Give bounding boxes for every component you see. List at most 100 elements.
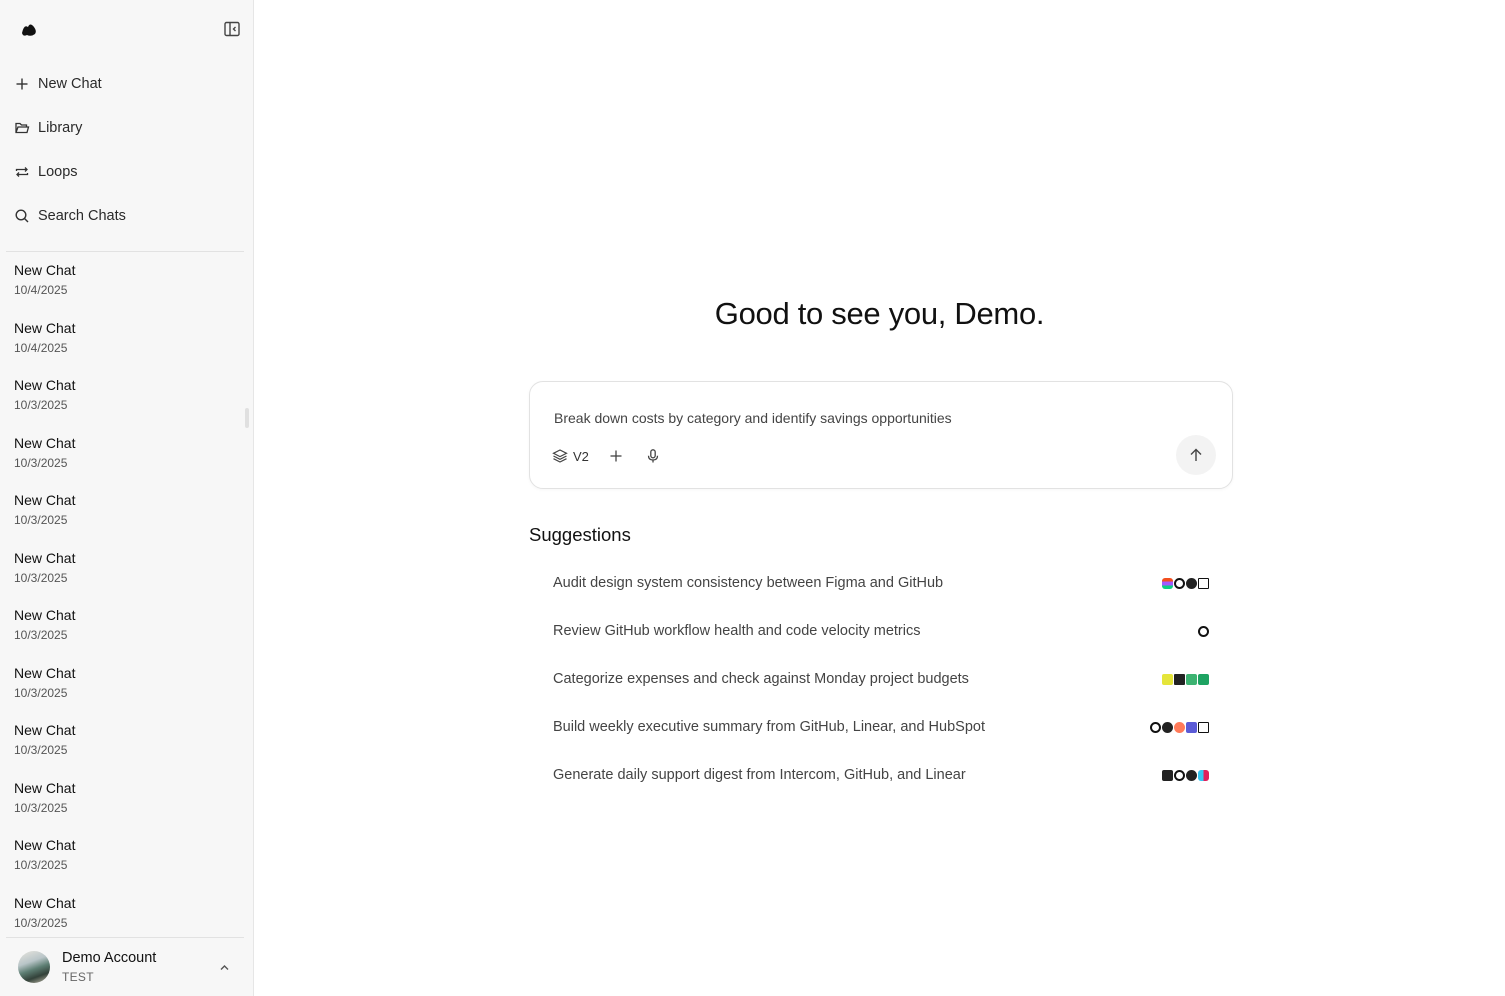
prompt-composer[interactable]: Break down costs by category and identif… <box>529 381 1233 489</box>
avatar <box>18 951 50 983</box>
chat-date: 10/3/2025 <box>14 800 68 815</box>
account-plan: TEST <box>62 970 94 984</box>
chat-title: New Chat <box>14 319 76 336</box>
github-icon <box>1174 577 1185 589</box>
microphone-icon[interactable] <box>645 448 661 464</box>
suggestion-label: Review GitHub workflow health and code v… <box>553 623 921 639</box>
chat-history-item[interactable]: New Chat 10/3/2025 <box>0 367 243 425</box>
chat-history-item[interactable]: New Chat 10/3/2025 <box>0 885 243 938</box>
chat-date: 10/4/2025 <box>14 340 68 355</box>
search-icon <box>15 209 29 223</box>
sidebar: New Chat Library Loops Search Chats New … <box>0 0 254 996</box>
chat-list-scrollbar[interactable] <box>245 408 249 428</box>
chat-title: New Chat <box>14 492 76 508</box>
chat-date: 10/3/2025 <box>14 455 68 470</box>
bolt-icon <box>1162 673 1173 685</box>
chat-history-item[interactable]: New Chat 10/3/2025 <box>0 712 243 770</box>
app-icon <box>1186 721 1197 733</box>
nav-label-loops: Loops <box>38 164 78 180</box>
chat-title: New Chat <box>14 664 76 681</box>
suggestions-list: Audit design system consistency between … <box>529 559 1233 799</box>
chat-title: New Chat <box>14 722 76 738</box>
figma-icon <box>1162 577 1173 589</box>
integration-icons <box>1198 625 1209 637</box>
new-chat-button[interactable]: New Chat <box>0 62 254 106</box>
chat-history-item[interactable]: New Chat 10/4/2025 <box>0 252 243 310</box>
account-menu-button[interactable]: Demo Account TEST <box>0 938 254 996</box>
chat-date: 10/3/2025 <box>14 915 68 930</box>
chat-date: 10/3/2025 <box>14 743 68 757</box>
chat-history-item[interactable]: New Chat 10/3/2025 <box>0 425 243 483</box>
intercom-icon <box>1162 769 1173 781</box>
suggestion-label: Audit design system consistency between … <box>553 575 944 591</box>
chat-history-item[interactable]: New Chat 10/4/2025 <box>0 310 243 368</box>
loops-button[interactable]: Loops <box>0 150 254 194</box>
add-attachment-icon[interactable] <box>608 448 624 464</box>
nav-label-new-chat: New Chat <box>38 76 102 92</box>
linear-icon <box>1186 577 1197 589</box>
sheets-icon <box>1198 673 1209 685</box>
github-icon <box>1150 721 1161 733</box>
repeat-icon <box>15 167 29 177</box>
suggestion-label: Categorize expenses and check against Mo… <box>553 671 969 687</box>
arrow-up-icon <box>1190 448 1202 461</box>
chat-date: 10/3/2025 <box>14 685 68 700</box>
chat-date: 10/3/2025 <box>14 398 68 412</box>
chat-history-item[interactable]: New Chat 10/3/2025 <box>0 827 243 885</box>
chat-title: New Chat <box>14 377 76 393</box>
chat-history-item[interactable]: New Chat 10/3/2025 <box>0 482 243 540</box>
chat-history-item[interactable]: New Chat 10/3/2025 <box>0 597 243 655</box>
chat-title: New Chat <box>14 262 76 278</box>
github-icon <box>1174 769 1185 781</box>
suggestion-item[interactable]: Build weekly executive summary from GitH… <box>529 703 1233 751</box>
greeting-heading: Good to see you, Demo. <box>714 296 1045 331</box>
nav-label-search-chats: Search Chats <box>38 208 126 224</box>
chat-date: 10/3/2025 <box>14 513 68 527</box>
app-logo-icon[interactable] <box>18 19 40 39</box>
chat-title: New Chat <box>14 434 76 451</box>
chat-title: New Chat <box>14 894 76 911</box>
collapse-sidebar-icon[interactable] <box>222 19 242 39</box>
model-label: V2 <box>573 448 589 464</box>
monday-icon <box>1186 673 1197 685</box>
nav-label-library: Library <box>38 120 83 136</box>
chevron-up-icon <box>220 965 229 970</box>
plus-icon <box>16 78 28 90</box>
github-icon <box>1198 625 1209 637</box>
chat-date: 10/3/2025 <box>14 858 68 872</box>
folder-icon <box>15 122 30 134</box>
chat-history-item[interactable]: New Chat 10/3/2025 <box>0 770 243 828</box>
chat-date: 10/3/2025 <box>14 570 68 585</box>
send-button[interactable] <box>1176 435 1216 475</box>
suggestion-item[interactable]: Review GitHub workflow health and code v… <box>529 607 1233 655</box>
prompt-input[interactable]: Break down costs by category and identif… <box>554 410 952 426</box>
library-button[interactable]: Library <box>0 106 254 150</box>
chat-history-item[interactable]: New Chat 10/3/2025 <box>0 540 243 598</box>
search-chats-button[interactable]: Search Chats <box>0 194 254 238</box>
integration-icons <box>1162 769 1209 781</box>
chat-history-item[interactable]: New Chat 10/3/2025 <box>0 655 243 713</box>
linear-icon <box>1186 769 1197 781</box>
suggestion-item[interactable]: Audit design system consistency between … <box>529 559 1233 607</box>
chat-date: 10/3/2025 <box>14 628 68 642</box>
layers-icon <box>552 449 568 463</box>
account-name: Demo Account <box>62 950 157 966</box>
suggestion-label: Generate daily support digest from Inter… <box>553 767 966 783</box>
slack-icon <box>1198 769 1209 781</box>
suggestion-item[interactable]: Generate daily support digest from Inter… <box>529 751 1233 799</box>
chat-date: 10/4/2025 <box>14 283 68 297</box>
integration-icons <box>1150 721 1209 733</box>
chat-title: New Chat <box>14 837 76 853</box>
model-selector-button[interactable]: V2 <box>552 448 589 464</box>
chat-title: New Chat <box>14 779 76 796</box>
suggestion-item[interactable]: Categorize expenses and check against Mo… <box>529 655 1233 703</box>
chat-history-list: New Chat 10/4/2025 New Chat 10/4/2025 New … <box>0 252 243 937</box>
main-area: Good to see you, Demo. Break down costs … <box>254 0 1505 996</box>
chat-title: New Chat <box>14 607 76 623</box>
notion-icon <box>1198 721 1209 733</box>
suggestions-heading: Suggestions <box>529 524 631 545</box>
sidebar-nav: New Chat Library Loops Search Chats <box>0 62 254 238</box>
linear-icon <box>1162 721 1173 733</box>
notion-icon <box>1198 577 1209 589</box>
integration-icons <box>1162 673 1209 685</box>
